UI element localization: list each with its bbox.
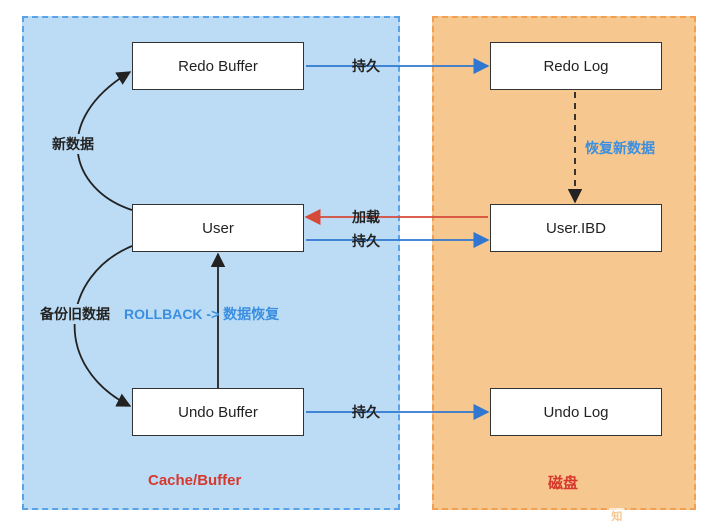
label-persist-user: 持久 [352,231,380,251]
label-load: 加载 [352,207,380,227]
node-label: User [202,220,234,237]
node-user-ibd: User.IBD [490,204,662,252]
node-label: Redo Log [543,58,608,75]
label-recover-new: 恢复新数据 [585,138,655,158]
node-redo-buffer: Redo Buffer [132,42,304,90]
label-rollback: ROLLBACK -> 数据恢复 [124,304,279,324]
label-new-data: 新数据 [50,134,96,154]
watermark: 知 知乎 @Qqc c [609,506,710,525]
panel-title-cache: Cache/Buffer [148,472,241,489]
node-label: Redo Buffer [178,58,258,75]
zhihu-icon: 知 [609,508,625,524]
label-backup-old: 备份旧数据 [38,304,112,324]
watermark-user: @Qqc c [663,508,710,523]
watermark-site: 知乎 [631,506,657,525]
node-user: User [132,204,304,252]
node-redo-log: Redo Log [490,42,662,90]
node-undo-buffer: Undo Buffer [132,388,304,436]
node-label: Undo Log [543,404,608,421]
panel-title-disk: 磁盘 [548,472,578,493]
node-undo-log: Undo Log [490,388,662,436]
label-persist-undo: 持久 [352,402,380,422]
node-label: Undo Buffer [178,404,258,421]
label-persist-redo: 持久 [352,56,380,76]
node-label: User.IBD [546,220,606,237]
